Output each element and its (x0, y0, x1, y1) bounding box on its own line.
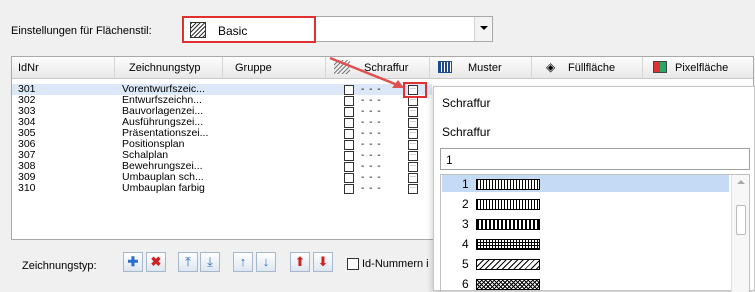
item-number: 4 (462, 237, 469, 251)
hatch-list: 1 2 3 4 5 6 (440, 174, 750, 292)
toolbar-label: Zeichnungstyp: (22, 260, 97, 272)
idnum-label: Id-Nummern i (362, 258, 429, 270)
red-arrow-down-icon: ⬇ (317, 254, 329, 269)
scroll-up-icon[interactable] (737, 180, 745, 184)
idnum-checkbox[interactable] (347, 258, 359, 270)
hatch-pattern-preview (476, 199, 540, 210)
hatch-pattern-preview (476, 239, 540, 250)
hatch-pattern-preview (476, 279, 540, 290)
plus-icon: ✚ (127, 254, 139, 269)
list-item[interactable]: 5 (442, 255, 729, 272)
list-item[interactable]: 1 (442, 175, 729, 192)
delete-button[interactable]: ✖ (146, 252, 166, 272)
move-bottom-button[interactable]: ⤓ (200, 252, 220, 272)
delete-x-icon: ✖ (150, 254, 162, 269)
list-item[interactable]: 2 (442, 195, 729, 212)
list-item[interactable]: 4 (442, 235, 729, 252)
hatch-number-value: 1 (446, 153, 453, 167)
popup-subtitle: Schraffur (442, 125, 491, 139)
scroll-thumb[interactable] (736, 205, 746, 235)
list-item[interactable]: 3 (442, 215, 729, 232)
hatch-pattern-preview (476, 219, 540, 230)
move-up-button[interactable]: ↑ (233, 252, 253, 272)
move-top-button[interactable]: ⤒ (178, 252, 198, 272)
hatch-number-input[interactable]: 1 (440, 148, 750, 170)
list-scrollbar[interactable] (731, 175, 749, 292)
hatch-pattern-preview (476, 259, 540, 270)
hatch-pattern-preview (476, 179, 540, 190)
hatch-picker-popup: Schraffur Schraffur 1 1 2 3 4 5 6 (433, 86, 755, 292)
popup-title: Schraffur (442, 96, 491, 110)
item-number: 1 (462, 177, 469, 191)
move-top-icon: ⤒ (185, 254, 191, 269)
add-button[interactable]: ✚ (123, 252, 143, 272)
item-number: 6 (462, 277, 469, 291)
move-bottom-icon: ⤓ (207, 254, 213, 269)
import-up-button[interactable]: ⬆ (290, 252, 310, 272)
arrow-up-icon: ↑ (239, 254, 247, 269)
item-number: 5 (462, 257, 469, 271)
list-item[interactable]: 6 (442, 275, 729, 292)
move-down-button[interactable]: ↓ (256, 252, 276, 272)
import-down-button[interactable]: ⬇ (313, 252, 333, 272)
item-number: 3 (462, 217, 469, 231)
red-arrow-up-icon: ⬆ (294, 254, 306, 269)
item-number: 2 (462, 197, 469, 211)
arrow-down-icon: ↓ (262, 254, 270, 269)
